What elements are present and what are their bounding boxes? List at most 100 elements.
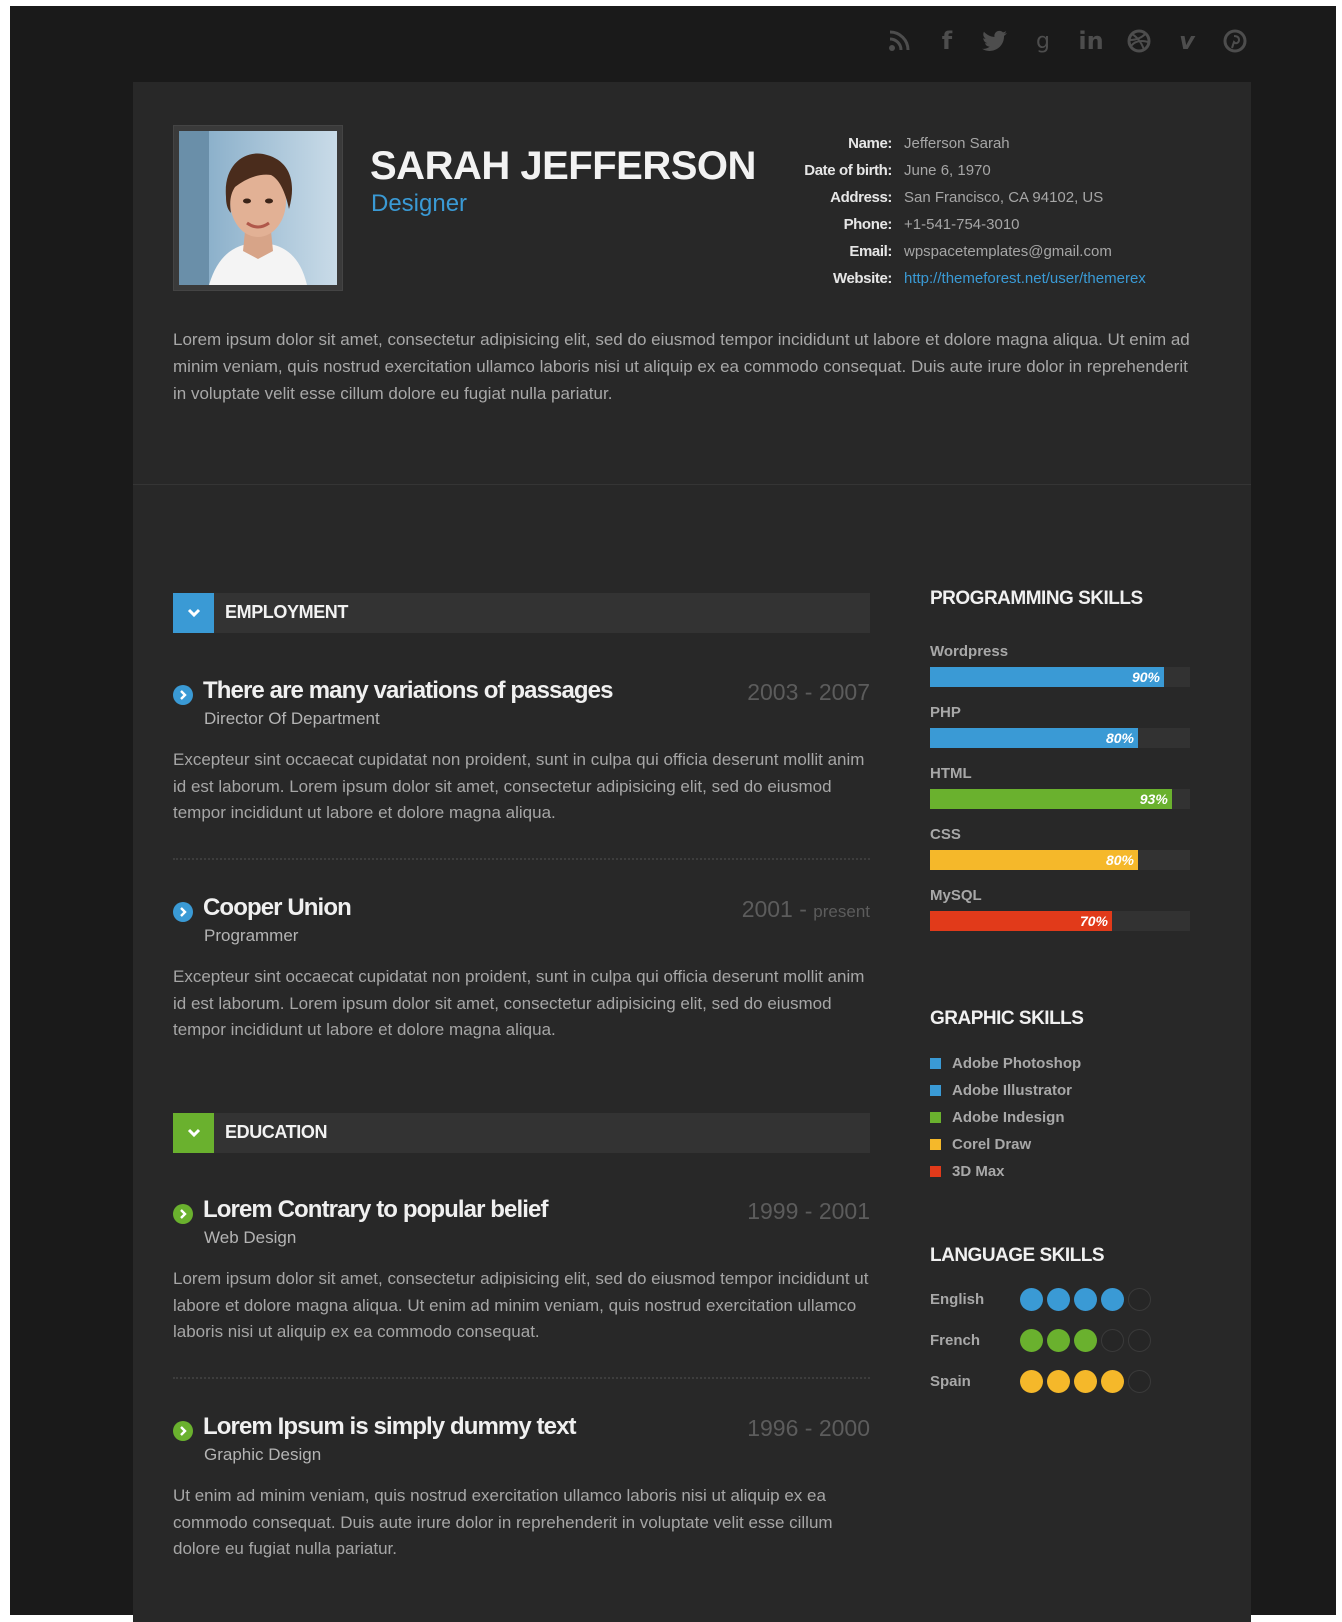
skill-track: 70%	[930, 911, 1190, 931]
dotted-separator	[173, 858, 870, 860]
graphic-skill-item: Adobe Illustrator	[930, 1077, 1190, 1104]
entry-subtitle: Web Design	[204, 1228, 297, 1247]
graphic-skills: GRAPHIC SKILLS Adobe Photoshop Adobe Ill…	[930, 1008, 1190, 1185]
color-swatch	[930, 1058, 941, 1069]
skill-fill: 80%	[930, 728, 1138, 748]
skill-label: MySQL	[930, 887, 982, 904]
entry-description: Excepteur sint occaecat cupidatat non pr…	[173, 967, 865, 1039]
info-value: Jefferson Sarah	[904, 135, 1010, 152]
info-value: +1-541-754-3010	[904, 216, 1020, 233]
education-header[interactable]: EDUCATION	[173, 1113, 870, 1153]
color-swatch	[930, 1112, 941, 1123]
website-link[interactable]: http://themeforest.net/user/themerex	[904, 265, 1146, 292]
facebook-icon[interactable]: f	[932, 26, 962, 56]
skill-fill: 80%	[930, 850, 1138, 870]
vimeo-icon[interactable]: v	[1172, 26, 1202, 56]
level-dot-empty	[1128, 1329, 1151, 1352]
chevron-right-icon	[173, 685, 193, 705]
level-dot-filled	[1047, 1288, 1070, 1311]
info-row-phone: Phone: +1-541-754-3010	[783, 211, 1146, 238]
skill-label: Wordpress	[930, 643, 1009, 660]
chevron-down-icon[interactable]	[173, 1113, 214, 1153]
section-title: EMPLOYMENT	[225, 602, 349, 622]
entry-title: Lorem Ipsum is simply dummy text	[203, 1413, 577, 1440]
graphic-skill-item: 3D Max	[930, 1158, 1190, 1185]
skill-bar: PHP 80%	[930, 704, 1190, 748]
entry-description: Lorem ipsum dolor sit amet, consectetur …	[173, 1269, 869, 1341]
skill-fill: 90%	[930, 667, 1164, 687]
twitter-icon[interactable]	[980, 26, 1010, 56]
skill-track: 80%	[930, 850, 1190, 870]
intro-text: Lorem ipsum dolor sit amet, consectetur …	[173, 330, 1190, 403]
level-dot-filled	[1020, 1329, 1043, 1352]
color-swatch	[930, 1166, 941, 1177]
language-row: French	[930, 1329, 1155, 1352]
skill-percent: 80%	[1105, 730, 1134, 746]
level-dot-filled	[1101, 1370, 1124, 1393]
chevron-right-icon	[173, 1204, 193, 1224]
entry-date-present: present	[813, 902, 870, 921]
skill-track: 90%	[930, 667, 1190, 687]
graphic-skill-item: Corel Draw	[930, 1131, 1190, 1158]
skill-label: Adobe Indesign	[952, 1109, 1065, 1126]
linkedin-icon[interactable]: in	[1076, 26, 1106, 56]
color-swatch	[930, 1139, 941, 1150]
entry-description: Ut enim ad minim veniam, quis nostrud ex…	[173, 1486, 833, 1558]
info-label: Phone:	[843, 216, 893, 233]
skill-track: 80%	[930, 728, 1190, 748]
chevron-down-icon[interactable]	[173, 593, 214, 633]
level-dot-filled	[1020, 1288, 1043, 1311]
google-plus-icon[interactable]: g	[1028, 26, 1058, 56]
language-label: English	[930, 1291, 985, 1308]
section-title: PROGRAMMING SKILLS	[930, 588, 1143, 609]
info-row-website: Website: http://themeforest.net/user/the…	[783, 265, 1146, 292]
section-title: GRAPHIC SKILLS	[930, 1008, 1084, 1029]
level-dot-empty	[1128, 1370, 1151, 1393]
chevron-right-icon	[173, 902, 193, 922]
section-title: LANGUAGE SKILLS	[930, 1245, 1105, 1266]
level-dot-filled	[1047, 1370, 1070, 1393]
skill-bar: HTML 93%	[930, 765, 1190, 809]
entry-date-years: 2001 -	[741, 896, 807, 922]
chevron-right-icon	[173, 1421, 193, 1441]
pinterest-icon[interactable]	[1220, 26, 1250, 56]
graphic-skill-item: Adobe Indesign	[930, 1104, 1190, 1131]
entry-description: Excepteur sint occaecat cupidatat non pr…	[173, 750, 865, 822]
info-value: wpspacetemplates@gmail.com	[904, 243, 1112, 260]
programming-skills: PROGRAMMING SKILLS Wordpress 90% PHP 80%…	[930, 588, 1190, 938]
language-label: Spain	[930, 1373, 971, 1390]
divider	[133, 484, 1251, 485]
entry-subtitle: Programmer	[204, 926, 299, 945]
level-dot-filled	[1101, 1288, 1124, 1311]
skill-label: Adobe Photoshop	[952, 1055, 1082, 1072]
entry-subtitle: Director Of Department	[204, 709, 380, 728]
skill-label: 3D Max	[952, 1163, 1005, 1180]
employment-entry: There are many variations of passages 20…	[173, 677, 870, 827]
profile-photo	[173, 125, 343, 291]
entry-subtitle: Graphic Design	[204, 1445, 322, 1464]
level-dot-empty	[1128, 1288, 1151, 1311]
skill-bar: CSS 80%	[930, 826, 1190, 870]
level-dot-filled	[1074, 1288, 1097, 1311]
skill-percent: 80%	[1105, 852, 1134, 868]
level-dot-filled	[1074, 1370, 1097, 1393]
employment-header[interactable]: EMPLOYMENT	[173, 593, 870, 633]
entry-date: 1996 - 2000	[747, 1415, 870, 1441]
language-row: Spain	[930, 1370, 1155, 1393]
dribbble-icon[interactable]	[1124, 26, 1154, 56]
info-label: Date of birth:	[804, 162, 892, 179]
skill-fill: 93%	[930, 789, 1172, 809]
education-entry: Lorem Ipsum is simply dummy text 1996 - …	[173, 1413, 870, 1563]
info-row-email: Email: wpspacetemplates@gmail.com	[783, 238, 1146, 265]
rss-icon[interactable]	[884, 26, 914, 56]
skill-percent: 93%	[1139, 791, 1168, 807]
entry-date: 2001 - present	[742, 896, 870, 923]
resume-card: SARAH JEFFERSON Designer Name: Jefferson…	[133, 82, 1251, 1622]
skill-label: HTML	[930, 765, 972, 782]
language-row: English	[930, 1288, 1155, 1311]
person-name: SARAH JEFFERSON	[370, 144, 756, 188]
level-dot-filled	[1020, 1370, 1043, 1393]
contact-info: Name: Jefferson Sarah Date of birth: Jun…	[783, 130, 1146, 292]
skill-label: Adobe Illustrator	[952, 1082, 1073, 1099]
skill-bar: MySQL 70%	[930, 887, 1190, 931]
